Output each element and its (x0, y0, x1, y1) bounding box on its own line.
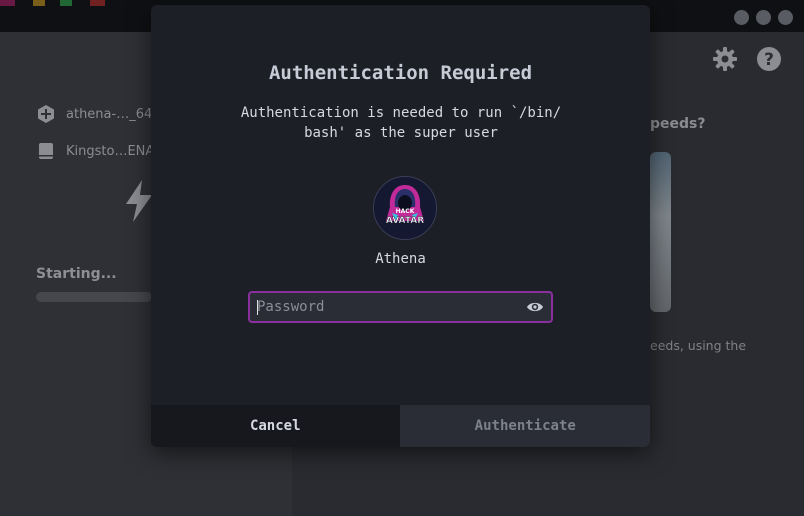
password-field-container (248, 291, 553, 323)
gear-icon[interactable] (712, 46, 738, 76)
plus-hexagon-icon (36, 104, 56, 124)
dialog-button-bar: Cancel Authenticate (151, 405, 650, 447)
svg-text:?: ? (764, 50, 774, 70)
device-image-label: athena-…_64.i (66, 106, 160, 122)
authenticate-button[interactable]: Authenticate (400, 405, 650, 447)
device-drive-row[interactable]: Kingsto…ENA- (36, 141, 159, 161)
maximize-button[interactable] (756, 10, 771, 25)
progress-bar (36, 292, 152, 302)
dialog-message: Authentication is needed to run `/bin/ b… (240, 105, 562, 141)
status-text: Starting... (36, 266, 117, 282)
avatar: HACK AVATAR (373, 176, 437, 240)
drive-icon (36, 141, 56, 161)
username-label: Athena (375, 251, 426, 267)
password-input[interactable] (257, 293, 517, 321)
text-caret (257, 300, 258, 315)
lightning-bolt-icon (124, 180, 154, 226)
title-decoration (0, 0, 150, 6)
cancel-button[interactable]: Cancel (151, 405, 401, 447)
device-drive-label: Kingsto…ENA- (66, 143, 159, 159)
device-image-row[interactable]: athena-…_64.i (36, 104, 160, 124)
right-panel-title: peeds? (650, 116, 706, 132)
right-panel-text: eeds, using the (650, 338, 747, 353)
eye-icon[interactable] (526, 299, 544, 318)
dialog-title: Authentication Required (268, 62, 533, 84)
help-icon[interactable]: ? (756, 46, 782, 76)
authentication-dialog: Authentication Required Authentication i… (151, 5, 650, 447)
avatar-text-top: HACK (396, 208, 415, 215)
minimize-button[interactable] (734, 10, 749, 25)
avatar-text-bottom: AVATAR (386, 216, 424, 226)
right-panel-image (650, 152, 671, 312)
close-button[interactable] (778, 10, 793, 25)
